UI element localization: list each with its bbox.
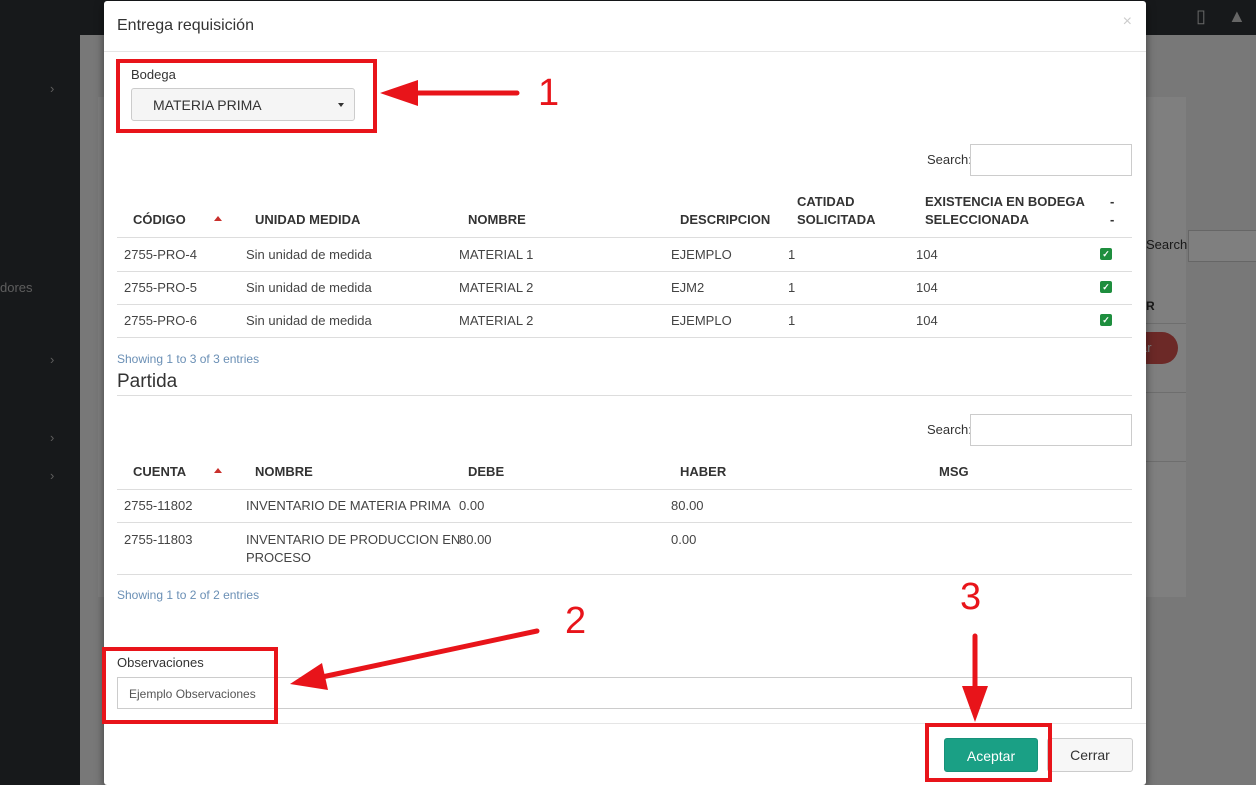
annotation-arrow-2 — [290, 628, 540, 690]
annotation-arrow-3 — [962, 633, 988, 722]
annotation-arrow-1 — [380, 80, 520, 106]
annotation-arrows — [290, 80, 988, 722]
